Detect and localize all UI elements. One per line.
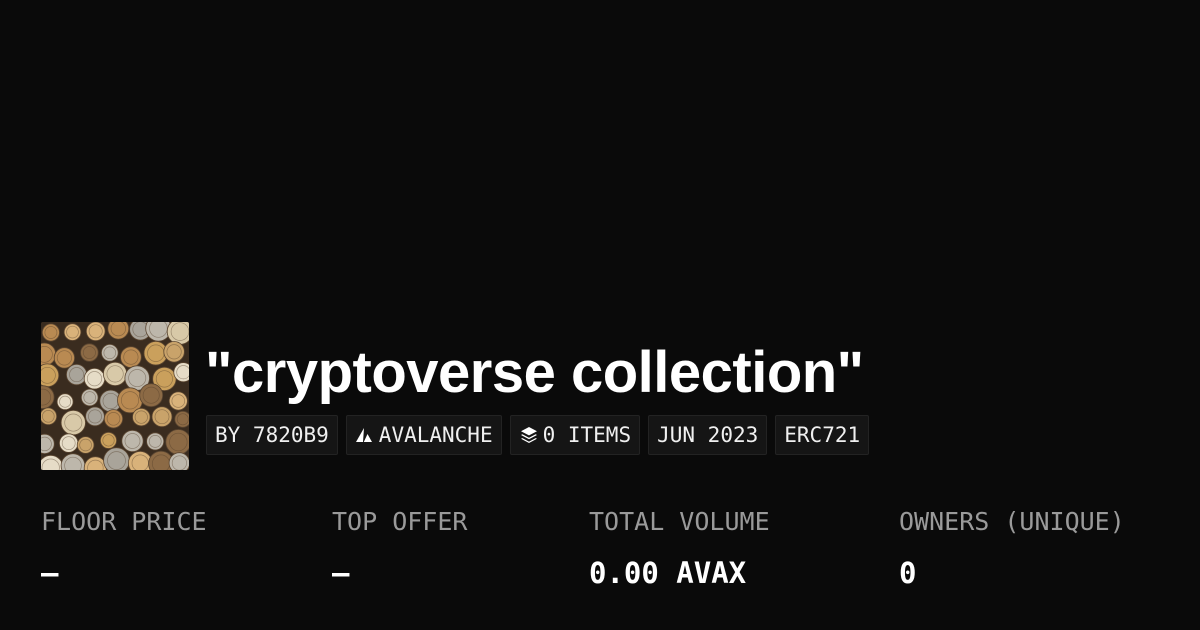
- creator-chip[interactable]: BY 7820B9: [206, 415, 338, 455]
- date-chip: JUN 2023: [648, 415, 768, 455]
- items-label: 0 ITEMS: [542, 423, 632, 447]
- standard-label: ERC721: [784, 423, 861, 447]
- stat-label: TOTAL VOLUME: [589, 507, 770, 536]
- collection-thumbnail: [41, 322, 189, 470]
- layers-icon: [519, 425, 539, 445]
- stat-value: –: [332, 556, 350, 590]
- stat-top-offer: TOP OFFER –: [332, 505, 467, 593]
- collection-card: "cryptoverse collection" BY 7820B9 AVALA…: [0, 0, 1200, 630]
- stat-floor-price: FLOOR PRICE –: [41, 505, 207, 593]
- coins-image: [41, 322, 189, 470]
- items-chip[interactable]: 0 ITEMS: [509, 415, 641, 455]
- stat-label: TOP OFFER: [332, 507, 468, 536]
- avalanche-icon: [355, 425, 375, 445]
- collection-title: "cryptoverse collection": [205, 340, 864, 405]
- stat-value: 0.00 AVAX: [589, 556, 747, 590]
- stat-label: FLOOR PRICE: [41, 507, 207, 536]
- stat-label: OWNERS (UNIQUE): [899, 507, 1125, 536]
- date-label: JUN 2023: [657, 423, 759, 447]
- creator-label: BY 7820B9: [215, 423, 329, 447]
- stat-owners: OWNERS (UNIQUE) 0: [899, 505, 1125, 593]
- stat-total-volume: TOTAL VOLUME 0.00 AVAX: [589, 505, 770, 593]
- standard-chip: ERC721: [775, 415, 870, 455]
- collection-meta-chips: BY 7820B9 AVALANCHE 0 ITEMS JUN 2023 ERC…: [206, 415, 870, 455]
- stat-value: 0: [899, 556, 917, 590]
- chain-label: AVALANCHE: [378, 423, 493, 447]
- chain-chip[interactable]: AVALANCHE: [345, 415, 502, 455]
- stat-value: –: [41, 556, 59, 590]
